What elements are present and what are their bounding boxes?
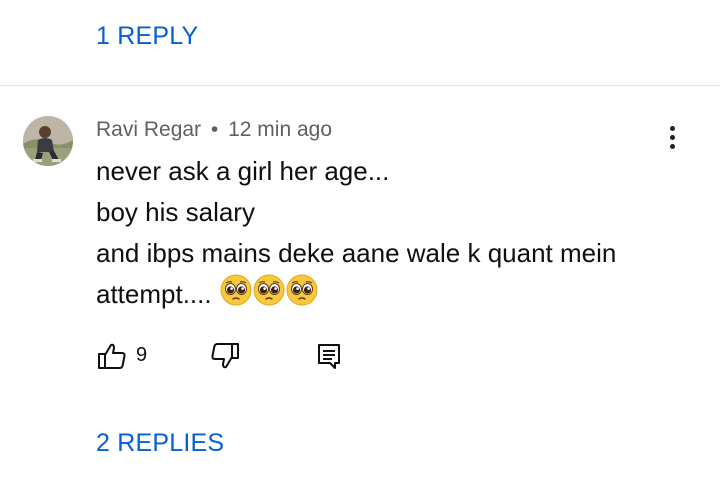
pleading-face-emoji	[286, 274, 318, 318]
thumbs-up-icon	[96, 343, 128, 376]
comment-meta: Ravi Regar • 12 min ago	[96, 118, 332, 142]
more-vertical-icon[interactable]	[664, 126, 680, 154]
pleading-face-emoji	[253, 274, 285, 318]
reply-button[interactable]	[313, 340, 345, 377]
comment-line: and ibps mains deke aane wale k quant me…	[96, 238, 617, 268]
comment-body: never ask a girl her age... boy his sala…	[96, 151, 696, 318]
comment-line: boy his salary	[96, 197, 255, 227]
reply-comment-icon	[313, 344, 345, 376]
comment-line: attempt....	[96, 279, 212, 309]
thumbs-down-icon	[209, 343, 241, 376]
dislike-button[interactable]	[209, 340, 241, 377]
comment-thread: 1 REPLY Ravi Regar • 12 min ago never as…	[0, 0, 720, 483]
comment-time: 12 min ago	[228, 118, 332, 141]
emoji-group	[220, 274, 319, 318]
pleading-face-emoji	[220, 274, 252, 318]
avatar[interactable]	[23, 116, 73, 166]
meta-separator: •	[210, 118, 219, 141]
divider	[0, 85, 720, 86]
view-replies-button[interactable]: 1 REPLY	[96, 22, 198, 51]
like-button[interactable]: 9	[96, 340, 147, 377]
comment-line: never ask a girl her age...	[96, 156, 390, 186]
view-replies-button[interactable]: 2 REPLIES	[96, 429, 224, 458]
like-count: 9	[136, 344, 148, 366]
author-name[interactable]: Ravi Regar	[96, 118, 201, 141]
comment-line-with-emoji: attempt....	[96, 274, 696, 318]
